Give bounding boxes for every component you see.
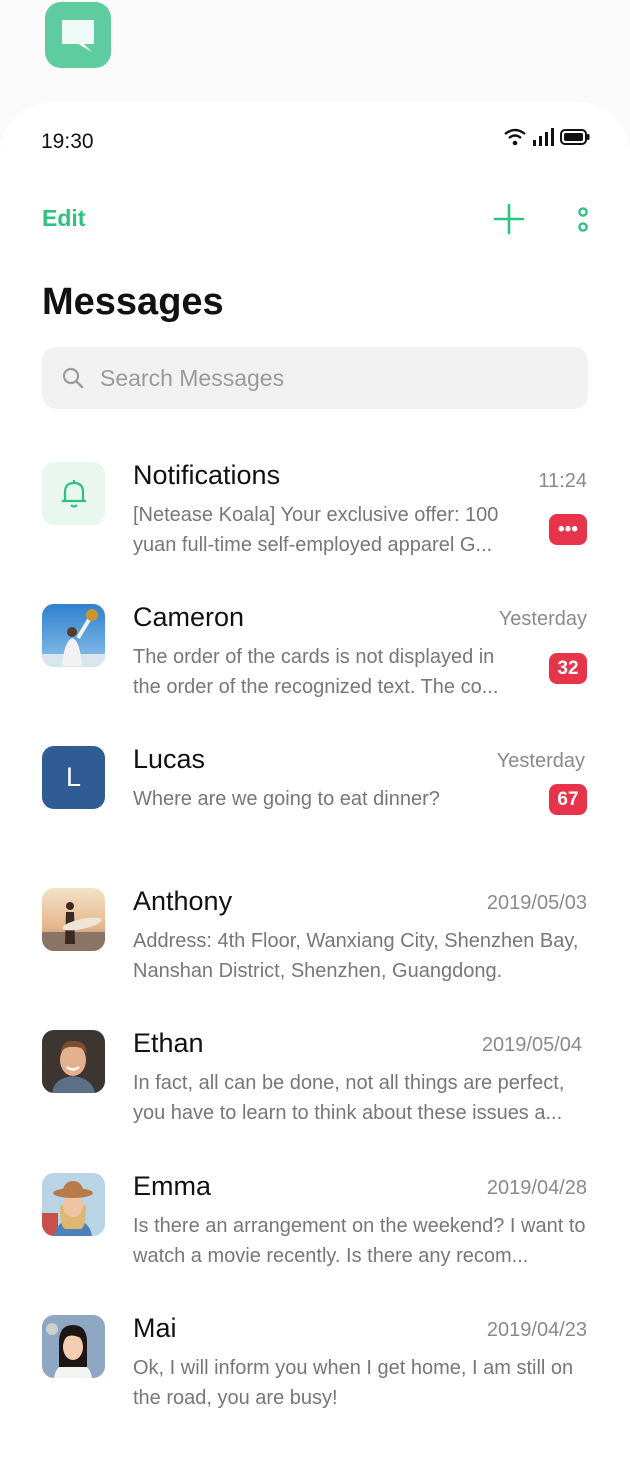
page-title: Messages	[42, 281, 224, 323]
conversation-name: Mai	[133, 1313, 177, 1343]
conversation-name: Emma	[133, 1171, 212, 1201]
avatar	[42, 1030, 105, 1093]
conversation-preview: Address: 4th Floor, Wanxiang City, Shenz…	[133, 930, 579, 982]
conversation-time: 2019/04/23	[486, 1319, 587, 1341]
conversation-name: Anthony	[133, 886, 233, 916]
conversation-time: 2019/05/03	[486, 892, 587, 914]
signal-icon	[532, 127, 554, 151]
conversation-item-emma[interactable]: Emma 2019/04/28 Is there an arrangement …	[0, 1171, 630, 1293]
conversation-preview: In fact, all can be done, not all things…	[133, 1072, 565, 1124]
conversation-item-anthony[interactable]: Anthony 2019/05/03 Address: 4th Floor, W…	[0, 886, 630, 1008]
avatar: L	[42, 746, 105, 809]
conversation-item-mai[interactable]: Mai 2019/04/23 Ok, I will inform you whe…	[0, 1313, 630, 1435]
more-options-button[interactable]	[574, 203, 592, 235]
edit-button[interactable]: Edit	[42, 205, 85, 232]
conversation-preview: Is there an arrangement on the weekend? …	[133, 1215, 586, 1267]
new-message-button[interactable]	[493, 203, 525, 235]
status-icons	[504, 127, 590, 151]
wifi-icon	[504, 128, 526, 151]
unread-badge: 67	[549, 784, 587, 815]
conversation-name: Cameron	[133, 602, 245, 632]
avatar-initial: L	[65, 762, 82, 792]
conversation-time: 11:24	[538, 470, 587, 492]
avatar	[42, 1315, 105, 1378]
conversation-preview: [Netease Koala] Your exclusive offer: 10…	[133, 504, 499, 556]
search-bar[interactable]	[42, 347, 588, 409]
screen: 19:30 Edit Messages Search Messages Noti…	[0, 0, 630, 1464]
avatar	[42, 888, 105, 951]
avatar	[42, 604, 105, 667]
avatar	[42, 462, 105, 525]
more-vertical-icon	[578, 207, 588, 232]
avatar	[42, 1173, 105, 1236]
conversation-time: Yesterday	[498, 608, 587, 630]
conversation-time: 2019/04/28	[486, 1177, 587, 1199]
bell-icon	[61, 479, 86, 508]
messages-app-icon	[45, 2, 111, 68]
conversation-name: Ethan	[133, 1028, 204, 1058]
conversation-preview: Where are we going to eat dinner?	[133, 788, 440, 810]
conversation-time: 2019/05/04	[481, 1034, 582, 1056]
conversation-name: Notifications	[133, 460, 281, 490]
plus-icon	[493, 203, 525, 235]
search-icon	[62, 367, 84, 389]
conversation-name: Lucas	[133, 744, 206, 774]
conversation-preview: Ok, I will inform you when I get home, I…	[133, 1357, 574, 1409]
conversation-preview: The order of the cards is not displayed …	[133, 646, 499, 698]
conversation-item-ethan[interactable]: Ethan 2019/05/04 In fact, all can be don…	[0, 1028, 630, 1150]
conversation-item-notifications[interactable]: Notifications 11:24 [Netease Koala] Your…	[0, 460, 630, 582]
battery-icon	[560, 128, 590, 151]
search-input[interactable]	[100, 347, 570, 409]
conversation-item-cameron[interactable]: Cameron Yesterday The order of the cards…	[0, 602, 630, 724]
unread-badge: 32	[549, 653, 587, 684]
conversation-item-lucas[interactable]: L Lucas Yesterday Where are we going to …	[0, 744, 630, 866]
unread-badge: •••	[549, 514, 587, 545]
conversation-time: Yesterday	[496, 750, 585, 772]
status-time: 19:30	[41, 130, 94, 153]
